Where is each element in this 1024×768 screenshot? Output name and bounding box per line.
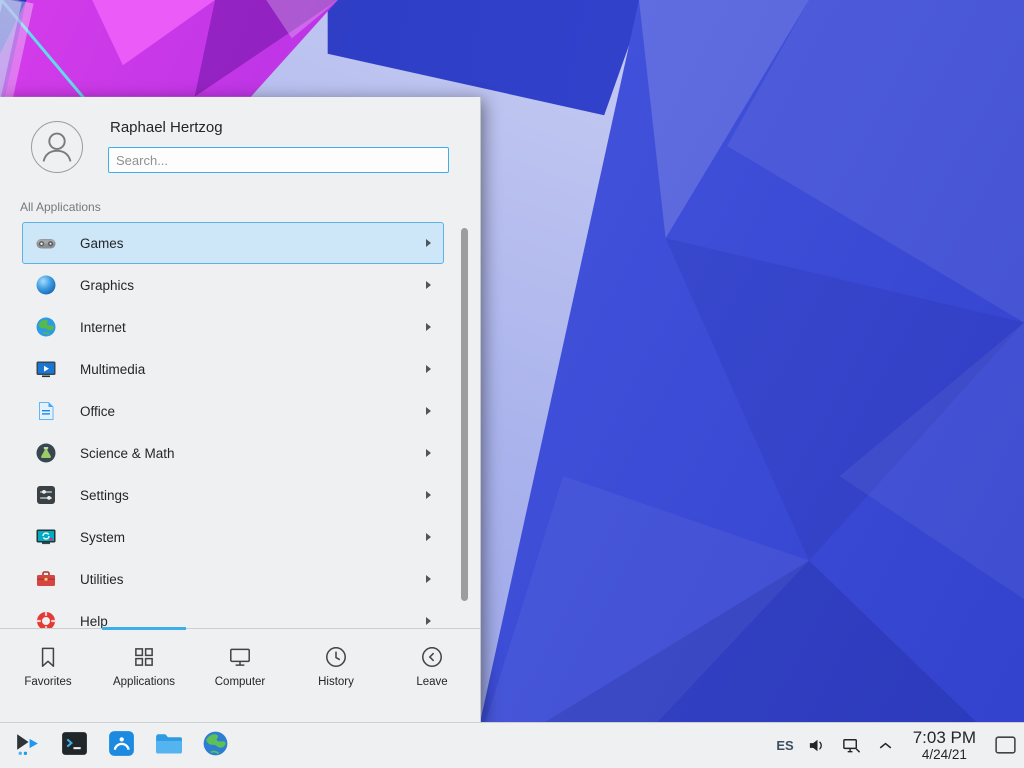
category-label: Settings bbox=[80, 488, 129, 503]
history-icon bbox=[323, 644, 349, 670]
konsole-icon bbox=[59, 728, 90, 764]
tab-label: Leave bbox=[416, 676, 447, 688]
office-icon bbox=[34, 399, 58, 423]
tab-applications[interactable]: Applications bbox=[96, 629, 192, 722]
tab-label: Applications bbox=[113, 676, 175, 688]
network-icon[interactable] bbox=[841, 735, 862, 756]
category-list: Games Graphics Internet Multimedia Office Sci… bbox=[0, 222, 481, 628]
settings-icon bbox=[34, 483, 58, 507]
category-label: Multimedia bbox=[80, 362, 145, 377]
digital-clock[interactable]: 7:03 PM 4/24/21 bbox=[913, 728, 976, 763]
tab-computer[interactable]: Computer bbox=[192, 629, 288, 722]
category-item-system[interactable]: System bbox=[22, 516, 444, 558]
tab-favorites[interactable]: Favorites bbox=[0, 629, 96, 722]
category-label: Graphics bbox=[80, 278, 134, 293]
category-item-internet[interactable]: Internet bbox=[22, 306, 444, 348]
application-launcher-menu: Raphael Hertzog All Applications Games Gr… bbox=[0, 97, 481, 722]
dolphin-folder-icon bbox=[153, 728, 184, 764]
computer-icon bbox=[227, 644, 253, 670]
taskbar-pinned-apps bbox=[6, 729, 232, 763]
kickoff-launcher-icon bbox=[12, 728, 43, 764]
konsole-button[interactable] bbox=[57, 729, 91, 763]
games-icon bbox=[34, 231, 58, 255]
discover-button[interactable] bbox=[104, 729, 138, 763]
category-label: System bbox=[80, 530, 125, 545]
submenu-arrow-icon bbox=[426, 449, 431, 457]
clock-time: 7:03 PM bbox=[913, 728, 976, 747]
expand-tray-caret-icon[interactable] bbox=[875, 735, 896, 756]
browser-globe-button[interactable] bbox=[198, 729, 232, 763]
help-icon bbox=[34, 609, 58, 628]
user-avatar[interactable] bbox=[31, 121, 83, 173]
submenu-arrow-icon bbox=[426, 323, 431, 331]
graphics-icon bbox=[34, 273, 58, 297]
submenu-arrow-icon bbox=[426, 365, 431, 373]
category-label: Internet bbox=[80, 320, 126, 335]
utilities-icon bbox=[34, 567, 58, 591]
category-item-settings[interactable]: Settings bbox=[22, 474, 444, 516]
category-label: Office bbox=[80, 404, 115, 419]
category-label: Help bbox=[80, 614, 108, 629]
browser-globe-icon bbox=[200, 728, 231, 764]
system-tray: ES 7:03 PM 4/24/21 bbox=[776, 728, 1018, 763]
category-item-science-math[interactable]: Science & Math bbox=[22, 432, 444, 474]
category-item-multimedia[interactable]: Multimedia bbox=[22, 348, 444, 390]
system-icon bbox=[34, 525, 58, 549]
tab-label: Favorites bbox=[24, 676, 71, 688]
science-icon bbox=[34, 441, 58, 465]
submenu-arrow-icon bbox=[426, 491, 431, 499]
scrollbar-thumb[interactable] bbox=[461, 228, 468, 601]
volume-icon[interactable] bbox=[807, 735, 828, 756]
submenu-arrow-icon bbox=[426, 281, 431, 289]
category-item-games[interactable]: Games bbox=[22, 222, 444, 264]
kickoff-launcher-button[interactable] bbox=[10, 729, 44, 763]
submenu-arrow-icon bbox=[426, 407, 431, 415]
category-label: Utilities bbox=[80, 572, 124, 587]
taskbar: ES 7:03 PM 4/24/21 bbox=[0, 722, 1024, 768]
submenu-arrow-icon bbox=[426, 617, 431, 625]
user-name: Raphael Hertzog bbox=[110, 119, 223, 136]
submenu-arrow-icon bbox=[426, 239, 431, 247]
leave-icon bbox=[419, 644, 445, 670]
multimedia-icon bbox=[34, 357, 58, 381]
applications-icon bbox=[131, 644, 157, 670]
category-item-graphics[interactable]: Graphics bbox=[22, 264, 444, 306]
submenu-arrow-icon bbox=[426, 575, 431, 583]
clock-date: 4/24/21 bbox=[922, 747, 967, 763]
show-desktop-icon[interactable] bbox=[993, 733, 1018, 758]
submenu-arrow-icon bbox=[426, 533, 431, 541]
internet-icon bbox=[34, 315, 58, 339]
launcher-footer-tabs: Favorites Applications Computer History Leav… bbox=[0, 628, 480, 722]
category-item-office[interactable]: Office bbox=[22, 390, 444, 432]
discover-icon bbox=[106, 728, 137, 764]
tab-leave[interactable]: Leave bbox=[384, 629, 480, 722]
tab-history[interactable]: History bbox=[288, 629, 384, 722]
tab-label: History bbox=[318, 676, 354, 688]
category-label: Science & Math bbox=[80, 446, 175, 461]
search-input[interactable] bbox=[108, 147, 449, 173]
favorites-icon bbox=[35, 644, 61, 670]
tab-label: Computer bbox=[215, 676, 266, 688]
category-label: Games bbox=[80, 236, 124, 251]
section-label: All Applications bbox=[20, 200, 101, 214]
category-item-utilities[interactable]: Utilities bbox=[22, 558, 444, 600]
dolphin-folder-button[interactable] bbox=[151, 729, 185, 763]
keyboard-layout-indicator[interactable]: ES bbox=[776, 738, 793, 753]
category-item-help[interactable]: Help bbox=[22, 600, 444, 628]
